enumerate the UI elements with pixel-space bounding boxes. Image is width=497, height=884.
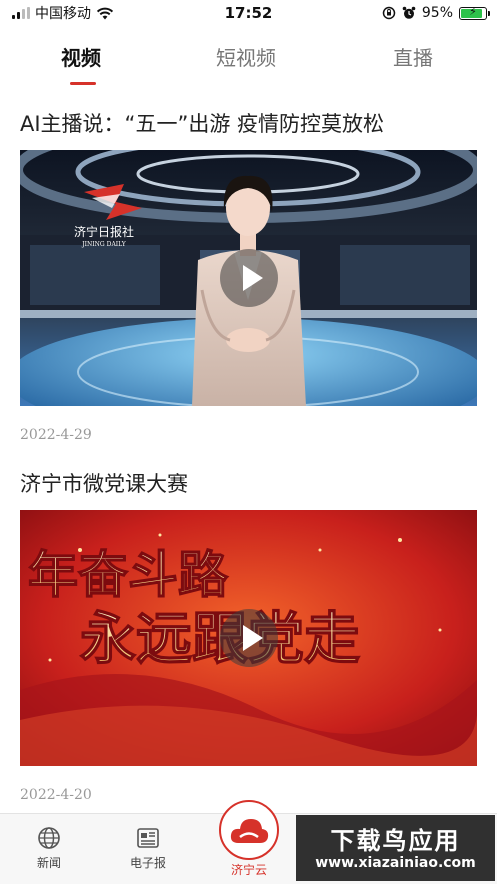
top-tab-bar: 视频 短视频 直播 [0, 36, 497, 88]
globe-icon [38, 827, 60, 849]
active-tab-indicator [70, 82, 96, 85]
video-thumbnail[interactable]: 年奋斗路 永远跟党走 [20, 510, 477, 766]
article-title[interactable]: 济宁市微党课大赛 [20, 468, 188, 498]
watermark: 下载鸟应用 www.xiazainiao.com [296, 815, 495, 881]
status-bar: 中国移动 17:52 95% ⚡ [0, 0, 497, 28]
watermark-title: 下载鸟应用 [330, 827, 461, 855]
article-date: 2022-4-20 [20, 787, 92, 803]
thumbnail-logo-subtext: JINING DAILY [81, 241, 126, 248]
video-thumbnail[interactable]: 济宁日报社 JINING DAILY [20, 150, 477, 406]
nav-item-news[interactable]: 新闻 [9, 814, 89, 884]
thumbnail-logo-text: 济宁日报社 [74, 224, 134, 239]
battery-percent: 95% [421, 5, 453, 21]
article-date: 2022-4-29 [20, 427, 92, 443]
nav-label-jining-cloud: 济宁云 [230, 863, 267, 877]
orientation-lock-icon [382, 6, 396, 20]
tab-live[interactable]: 直播 [393, 42, 433, 71]
nav-item-jining-cloud[interactable] [219, 800, 279, 860]
thumbnail-text-line1: 年奋斗路 [28, 545, 229, 604]
article-title[interactable]: AI主播说：“五一”出游 疫情防控莫放松 [20, 108, 384, 138]
nav-item-epaper[interactable]: 电子报 [108, 814, 188, 884]
newspaper-icon [137, 828, 159, 848]
cloud-icon [230, 819, 269, 843]
tab-video[interactable]: 视频 [61, 42, 101, 71]
status-right: 95% ⚡ [382, 4, 490, 22]
nav-label-news: 新闻 [36, 856, 61, 870]
tab-short-video[interactable]: 短视频 [216, 42, 276, 71]
alarm-icon [402, 6, 416, 19]
nav-label-epaper: 电子报 [129, 856, 166, 870]
play-button[interactable] [219, 609, 278, 667]
battery-charging-icon: ⚡ [459, 5, 490, 20]
play-button[interactable] [219, 249, 278, 307]
watermark-url: www.xiazainiao.com [315, 855, 476, 871]
